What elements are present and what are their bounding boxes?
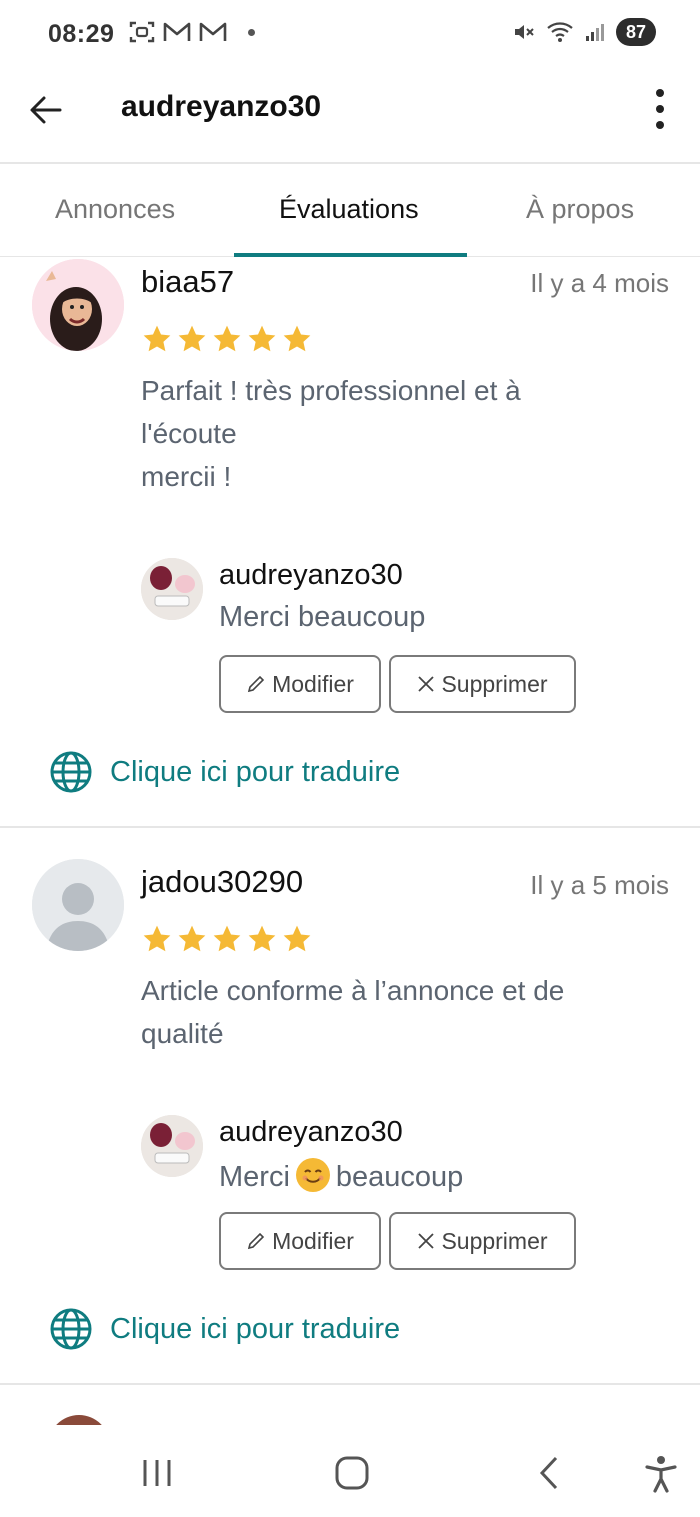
- divider: [0, 1383, 700, 1385]
- close-icon: [418, 676, 435, 692]
- battery-indicator: 87: [616, 18, 656, 46]
- star-icon: [248, 925, 276, 952]
- app-header: audreyanzo30: [0, 70, 700, 164]
- edit-label: Modifier: [272, 1227, 354, 1254]
- wifi-icon: [547, 22, 573, 42]
- globe-icon: [50, 751, 92, 793]
- translate-label: Clique ici pour traduire: [110, 1312, 401, 1345]
- tab-bar: Annonces Évaluations À propos: [0, 164, 700, 257]
- translate-link[interactable]: Clique ici pour traduire: [48, 749, 400, 795]
- edit-label: Modifier: [272, 670, 354, 697]
- more-options-icon[interactable]: [650, 85, 670, 133]
- smiling-face-emoji-icon: [295, 1158, 330, 1192]
- page-title: audreyanzo30: [121, 90, 322, 123]
- tab-evaluations[interactable]: Évaluations: [279, 194, 419, 225]
- tab-a-propos[interactable]: À propos: [526, 194, 634, 225]
- star-icon: [283, 325, 311, 352]
- reviewer-name[interactable]: jadou30290: [141, 864, 303, 900]
- close-icon: [418, 1233, 435, 1249]
- pencil-icon: [247, 675, 265, 693]
- delete-label: Supprimer: [441, 670, 548, 697]
- reply-text: Merci beaucoup: [219, 601, 426, 633]
- status-time: 08:29: [48, 20, 115, 48]
- delete-reply-button[interactable]: Supprimer: [389, 655, 576, 713]
- edit-reply-button[interactable]: Modifier: [219, 1212, 381, 1270]
- avatar[interactable]: [141, 558, 203, 620]
- default-avatar-icon: [32, 859, 124, 951]
- star-icon: [213, 925, 241, 952]
- reviewer-name[interactable]: biaa57: [141, 264, 234, 300]
- star-icon: [178, 325, 206, 352]
- recent-apps-icon[interactable]: [140, 1458, 174, 1488]
- review-text: Article conforme à l’annonce et de quali…: [141, 975, 565, 1049]
- seller-avatar-icon: [141, 558, 203, 620]
- accessibility-icon[interactable]: [644, 1455, 678, 1493]
- reply-text-start: Merci: [219, 1161, 290, 1193]
- avatar[interactable]: [141, 1115, 203, 1177]
- star-rating: [141, 923, 313, 955]
- star-rating: [141, 323, 313, 355]
- signal-icon: [586, 24, 604, 41]
- home-icon[interactable]: [334, 1455, 370, 1491]
- notification-dot-icon: [248, 28, 255, 36]
- globe-icon: [50, 1308, 92, 1350]
- tab-annonces[interactable]: Annonces: [55, 194, 175, 225]
- delete-reply-button[interactable]: Supprimer: [389, 1212, 576, 1270]
- seller-avatar-icon: [141, 1115, 203, 1177]
- reply-author: audreyanzo30: [219, 559, 403, 591]
- mute-icon: [515, 25, 534, 39]
- review-text: Parfait ! très professionnel et à l'écou…: [141, 375, 521, 492]
- user-avatar-icon: [32, 259, 124, 351]
- translate-label: Clique ici pour traduire: [110, 755, 401, 788]
- review-item: biaa57 Il y a 4 mois Parfait ! très prof…: [0, 256, 700, 826]
- star-icon: [213, 325, 241, 352]
- status-bar: 08:29 87: [0, 0, 700, 70]
- avatar[interactable]: [32, 859, 124, 951]
- pencil-icon: [247, 1232, 265, 1250]
- system-navigation-bar: [0, 1425, 700, 1517]
- star-icon: [143, 925, 171, 952]
- review-item: jadou30290 Il y a 5 mois Article conform…: [0, 828, 700, 1383]
- delete-label: Supprimer: [441, 1227, 548, 1254]
- screenshot-icon: [129, 21, 155, 43]
- star-icon: [143, 325, 171, 352]
- reply-text-end: beaucoup: [335, 1161, 464, 1193]
- avatar[interactable]: [32, 259, 124, 351]
- review-date: Il y a 5 mois: [530, 870, 669, 900]
- star-icon: [283, 925, 311, 952]
- gmail-icon: [163, 22, 191, 41]
- translate-link[interactable]: Clique ici pour traduire: [48, 1306, 400, 1352]
- reply-author: audreyanzo30: [219, 1116, 403, 1148]
- star-icon: [248, 325, 276, 352]
- back-arrow-icon[interactable]: [24, 88, 68, 132]
- star-icon: [178, 925, 206, 952]
- reply-text: Merci beaucoup: [219, 1158, 463, 1194]
- review-date: Il y a 4 mois: [530, 268, 669, 298]
- gmail-icon: [199, 22, 227, 41]
- edit-reply-button[interactable]: Modifier: [219, 655, 381, 713]
- back-nav-icon[interactable]: [536, 1455, 562, 1491]
